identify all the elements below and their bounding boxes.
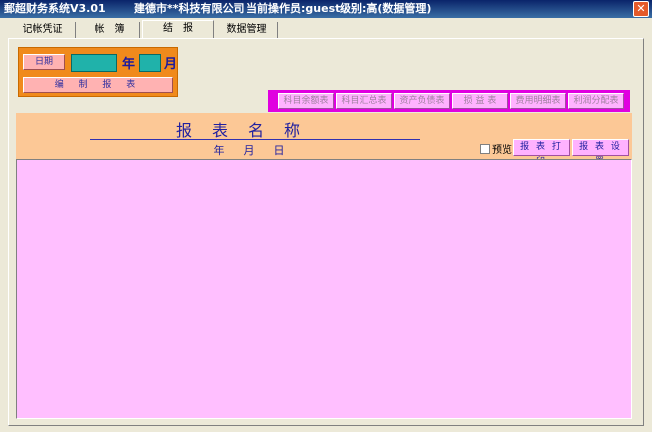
balance-sheet-button[interactable]: 资产负债表 [394,93,450,109]
profit-distribution-button[interactable]: 利润分配表 [568,93,624,109]
checkbox-icon [480,144,490,154]
year-label: 年 [122,57,136,72]
close-button[interactable]: ✕ [633,1,649,17]
date-button[interactable]: 日期 [23,54,65,70]
preview-checkbox[interactable]: 预览 [480,141,512,156]
year-input[interactable] [71,54,117,72]
print-report-button[interactable]: 报 表 打 印 [513,139,570,167]
tab-reports[interactable]: 结 报 [142,20,214,38]
month-label: 月 [164,57,178,72]
compile-report-button[interactable]: 编 制 报 表 [23,77,173,93]
report-name-underline [90,139,420,140]
preview-label: 预览 [492,145,512,156]
app-title: 郵超财务系统V3.01 [4,2,106,15]
tab-data-management[interactable]: 数据管理 [216,22,278,38]
account-balance-button[interactable]: 科目余额表 [278,93,334,109]
account-summary-button[interactable]: 科目汇总表 [336,93,392,109]
operator-label: 当前操作员:guest [246,2,341,15]
report-header: 报表名称 年 月 日 预览 报 表 打 印 报 表 设 置 [16,113,632,167]
report-settings-button[interactable]: 报 表 设 置 [572,139,629,167]
tab-vouchers[interactable]: 记帐凭证 [10,22,76,38]
tab-ledgers[interactable]: 帐 簿 [80,22,140,38]
income-statement-button[interactable]: 损 益 表 [452,93,508,109]
report-content-area[interactable] [16,159,632,419]
tab-bar: 记帐凭证 帐 簿 结 报 数据管理 [0,18,652,38]
expense-detail-button[interactable]: 费用明细表 [510,93,566,109]
level-label: 级别:高(数据管理) [340,2,432,15]
close-icon: ✕ [636,2,646,15]
report-date-line: 年 月 日 [213,144,289,157]
date-box: 日期 年 月 编 制 报 表 [18,47,178,97]
month-input[interactable] [139,54,161,72]
report-type-bar: 科目余额表 科目汇总表 资产负债表 损 益 表 费用明细表 利润分配表 [268,90,630,112]
company-name: 建德市**科技有限公司 [134,2,245,15]
title-bar: 郵超财务系统V3.01 建德市**科技有限公司 当前操作员:guest 级别:高… [0,0,652,18]
report-name: 报表名称 [175,121,320,140]
